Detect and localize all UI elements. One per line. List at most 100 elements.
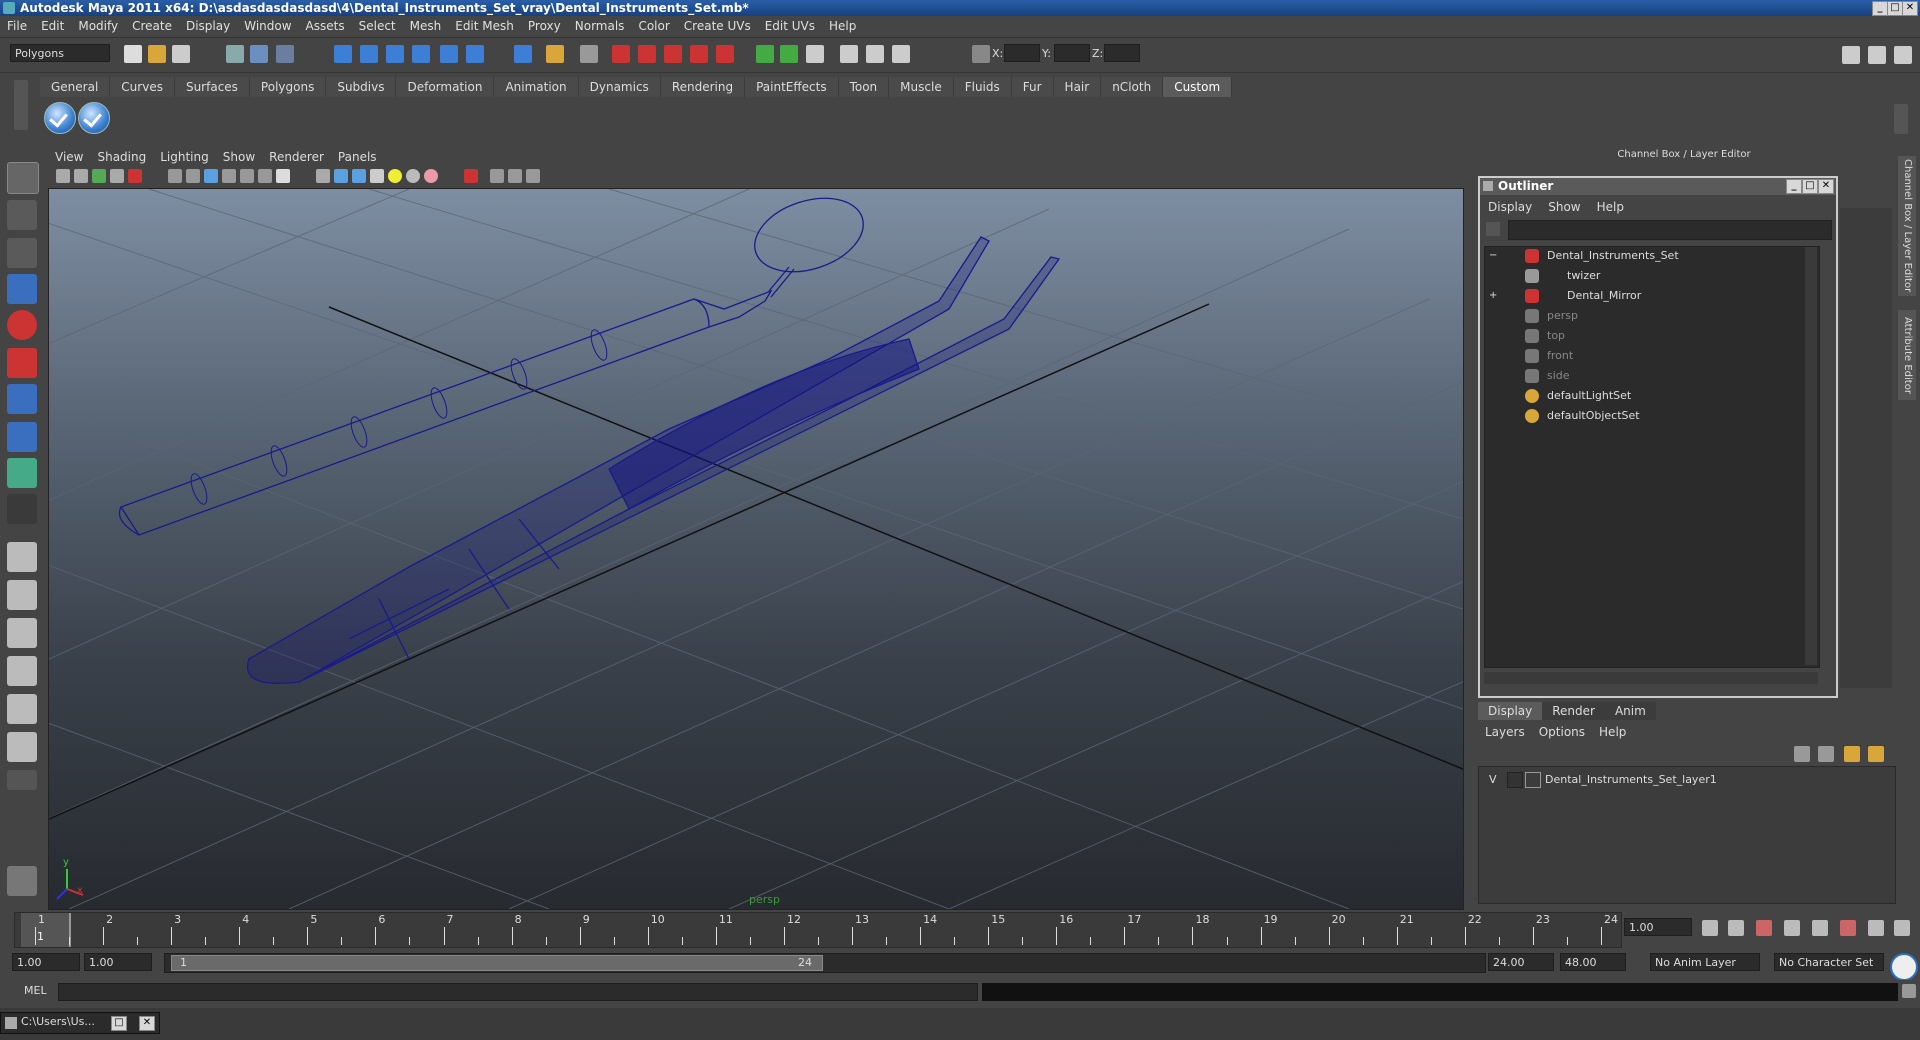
layer-row[interactable]: V Dental_Instruments_Set_layer1: [1483, 771, 1891, 789]
outliner-item-front[interactable]: front: [1485, 347, 1815, 365]
universal-manipulator-icon[interactable]: [7, 384, 37, 414]
snap-point-icon[interactable]: [386, 45, 404, 63]
menu-mesh[interactable]: Mesh: [403, 16, 449, 37]
menu-file[interactable]: File: [0, 16, 34, 37]
layer-menu-options[interactable]: Options: [1532, 722, 1592, 742]
outliner-item-top[interactable]: top: [1485, 327, 1815, 345]
select-component-icon[interactable]: [276, 45, 294, 63]
play-forward-icon[interactable]: [1812, 920, 1828, 936]
snap-curve-icon[interactable]: [360, 45, 378, 63]
menu-modify[interactable]: Modify: [71, 16, 125, 37]
outliner-item-twizer[interactable]: twizer: [1485, 267, 1815, 285]
xray-components-icon[interactable]: [526, 169, 540, 183]
last-tool-icon[interactable]: [7, 494, 37, 524]
wireframe-on-shaded-icon[interactable]: [352, 169, 366, 183]
show-tool-settings-icon[interactable]: [866, 45, 884, 63]
layer-tab-render[interactable]: Render: [1542, 702, 1605, 720]
minimize-button[interactable]: _: [1872, 1, 1888, 16]
outliner-menu-show[interactable]: Show: [1540, 197, 1588, 217]
range-slider[interactable]: 1 24: [164, 953, 1486, 973]
y-field[interactable]: [1054, 44, 1090, 62]
minimized-restore-button[interactable]: □: [111, 1016, 127, 1031]
side-tab-attribute-editor[interactable]: Attribute Editor: [1898, 310, 1916, 400]
snap-plane-icon[interactable]: [412, 45, 430, 63]
menu-assets[interactable]: Assets: [299, 16, 352, 37]
save-scene-icon[interactable]: [172, 45, 190, 63]
film-gate-icon[interactable]: [186, 169, 200, 183]
resolution-gate-icon[interactable]: [204, 169, 218, 183]
shelf-tab-fur[interactable]: Fur: [1011, 77, 1054, 97]
grid-icon[interactable]: [168, 169, 182, 183]
outliner-title-bar[interactable]: Outliner _ □ ✕: [1480, 178, 1836, 195]
shelf-tab-ncloth[interactable]: nCloth: [1101, 77, 1164, 97]
menu-create-uvs[interactable]: Create UVs: [677, 16, 758, 37]
auto-key-icon[interactable]: [1890, 953, 1918, 981]
end-time-field[interactable]: 48.00: [1560, 953, 1626, 971]
render-globals-icon[interactable]: [664, 45, 682, 63]
shelf-tab-animation[interactable]: Animation: [494, 77, 579, 97]
maximize-button[interactable]: □: [1887, 1, 1903, 16]
safe-title-icon[interactable]: [276, 169, 290, 183]
camera-attributes-icon[interactable]: [74, 169, 88, 183]
soft-modification-icon[interactable]: [7, 422, 37, 452]
menu-color[interactable]: Color: [631, 16, 676, 37]
layer-menu-layers[interactable]: Layers: [1478, 722, 1532, 742]
script-editor-icon[interactable]: [7, 866, 37, 896]
z-field[interactable]: [1104, 44, 1140, 62]
isolate-select-icon[interactable]: [464, 169, 478, 183]
tool-settings-toggle-icon[interactable]: [1894, 46, 1912, 64]
outliner-item-dental-mirror[interactable]: + Dental_Mirror: [1485, 287, 1815, 305]
outliner-item-side[interactable]: side: [1485, 367, 1815, 385]
viewport-menu-show[interactable]: Show: [216, 147, 262, 168]
play-backward-icon[interactable]: [1784, 920, 1800, 936]
snap-view-icon[interactable]: [466, 45, 484, 63]
shelf-tab-surfaces[interactable]: Surfaces: [174, 77, 250, 97]
hypershade-icon[interactable]: [690, 45, 708, 63]
shelf-tab-painteffects[interactable]: PaintEffects: [745, 77, 839, 97]
layout-options-icon[interactable]: [7, 770, 37, 790]
minimized-close-button[interactable]: ✕: [139, 1016, 155, 1031]
select-hierarchy-icon[interactable]: [226, 45, 244, 63]
layer-tab-display[interactable]: Display: [1478, 702, 1543, 720]
outliner-filter-field[interactable]: [1508, 220, 1832, 240]
shelf-tab-subdivs[interactable]: Subdivs: [326, 77, 397, 97]
persp-outliner-layout-icon[interactable]: [7, 618, 37, 648]
scale-tool-icon[interactable]: [7, 348, 37, 378]
hypershade-layout-icon[interactable]: [7, 694, 37, 724]
custom-shelf-check-icon-2[interactable]: [78, 102, 110, 134]
field-chart-icon[interactable]: [240, 169, 254, 183]
xray-joints-icon[interactable]: [508, 169, 522, 183]
select-object-icon[interactable]: [250, 45, 268, 63]
safe-action-icon[interactable]: [258, 169, 272, 183]
ambient-occlusion-icon[interactable]: [424, 169, 438, 183]
xray-icon[interactable]: [490, 169, 504, 183]
menu-proxy[interactable]: Proxy: [521, 16, 568, 37]
shelf-tab-general[interactable]: General: [40, 77, 111, 97]
move-tool-icon[interactable]: [7, 274, 37, 304]
help-icon[interactable]: [514, 45, 532, 63]
move-layer-down-icon[interactable]: [1818, 746, 1834, 762]
script-editor-button-icon[interactable]: [1902, 984, 1916, 998]
outliner-menu-help[interactable]: Help: [1589, 197, 1632, 217]
outliner-minimize-button[interactable]: _: [1786, 179, 1802, 194]
show-manipulator-icon[interactable]: [7, 458, 37, 488]
two-d-pan-icon[interactable]: [128, 169, 142, 183]
outliner-menu-display[interactable]: Display: [1480, 197, 1540, 217]
shelf-scroll-icon[interactable]: [1894, 104, 1908, 134]
layer-color-swatch[interactable]: [1525, 772, 1541, 788]
time-slider[interactable]: 1 1 2 3 4 5 6 7 8 9 10 11 12 13 14 15 16 17 18 19 20 21 22 23 2…: [14, 912, 1622, 948]
shelf-tab-curves[interactable]: Curves: [110, 77, 175, 97]
rotate-tool-icon[interactable]: [7, 310, 37, 340]
single-perspective-layout-icon[interactable]: [7, 542, 37, 572]
move-layer-up-icon[interactable]: [1794, 746, 1810, 762]
menu-help[interactable]: Help: [822, 16, 863, 37]
relative-transform-icon[interactable]: [972, 45, 990, 63]
shelf-tab-dynamics[interactable]: Dynamics: [578, 77, 661, 97]
paint-select-tool-icon[interactable]: [7, 238, 37, 268]
menu-select[interactable]: Select: [352, 16, 403, 37]
viewport-menu-lighting[interactable]: Lighting: [153, 147, 216, 168]
layer-menu-help[interactable]: Help: [1592, 722, 1633, 742]
ipr-render-icon[interactable]: [638, 45, 656, 63]
anim-layer-dropdown[interactable]: No Anim Layer: [1650, 953, 1760, 971]
custom-shelf-check-icon[interactable]: [44, 102, 76, 134]
